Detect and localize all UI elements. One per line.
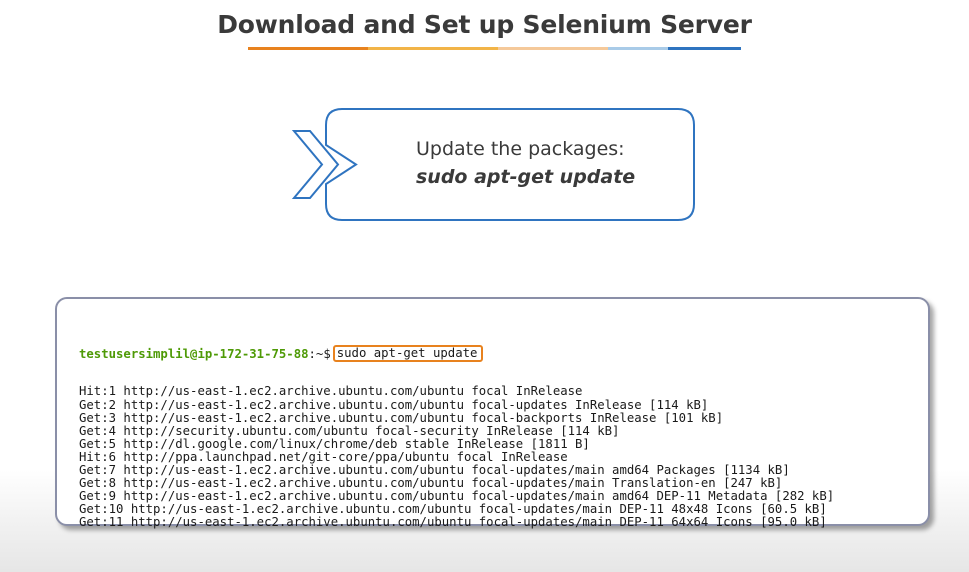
terminal-prompt-line: testusersimplil@ip-172-31-75-88:~$ sudo a… [79, 345, 834, 363]
instruction-callout: Update the packages: sudo apt-get update [290, 106, 700, 226]
callout-command: sudo apt-get update [416, 166, 636, 188]
terminal-output-line: Get:2 http://us-east-1.ec2.archive.ubunt… [79, 397, 709, 412]
terminal-output-lines: Hit:1 http://us-east-1.ec2.archive.ubunt… [79, 385, 834, 529]
terminal-output-line: Hit:1 http://us-east-1.ec2.archive.ubunt… [79, 384, 583, 399]
terminal-output-line: Get:3 http://us-east-1.ec2.archive.ubunt… [79, 410, 724, 425]
prompt-path: :~$ [308, 347, 331, 362]
terminal-output: testusersimplil@ip-172-31-75-88:~$ sudo a… [79, 320, 834, 556]
underline-segment-lightblue [608, 47, 668, 50]
underline-segment-gold [368, 47, 498, 50]
prompt-user-host: testusersimplil@ip-172-31-75-88 [79, 347, 309, 362]
underline-segment-orange [248, 47, 368, 50]
callout-instruction: Update the packages: [416, 138, 625, 160]
terminal-output-line: Get:4 http://security.ubuntu.com/ubuntu … [79, 423, 620, 438]
underline-segment-peach [498, 47, 608, 50]
title-underline [248, 47, 741, 50]
terminal-window: testusersimplil@ip-172-31-75-88:~$ sudo a… [55, 297, 930, 529]
terminal-output-line: Get:11 http://us-east-1.ec2.archive.ubun… [79, 515, 827, 530]
slide-title: Download and Set up Selenium Server [217, 10, 752, 39]
terminal-output-line: Get:5 http://dl.google.com/linux/chrome/… [79, 436, 590, 451]
highlighted-command: sudo apt-get update [332, 345, 484, 363]
callout-text: Update the packages: sudo apt-get update [416, 135, 696, 191]
underline-segment-blue [668, 47, 741, 50]
